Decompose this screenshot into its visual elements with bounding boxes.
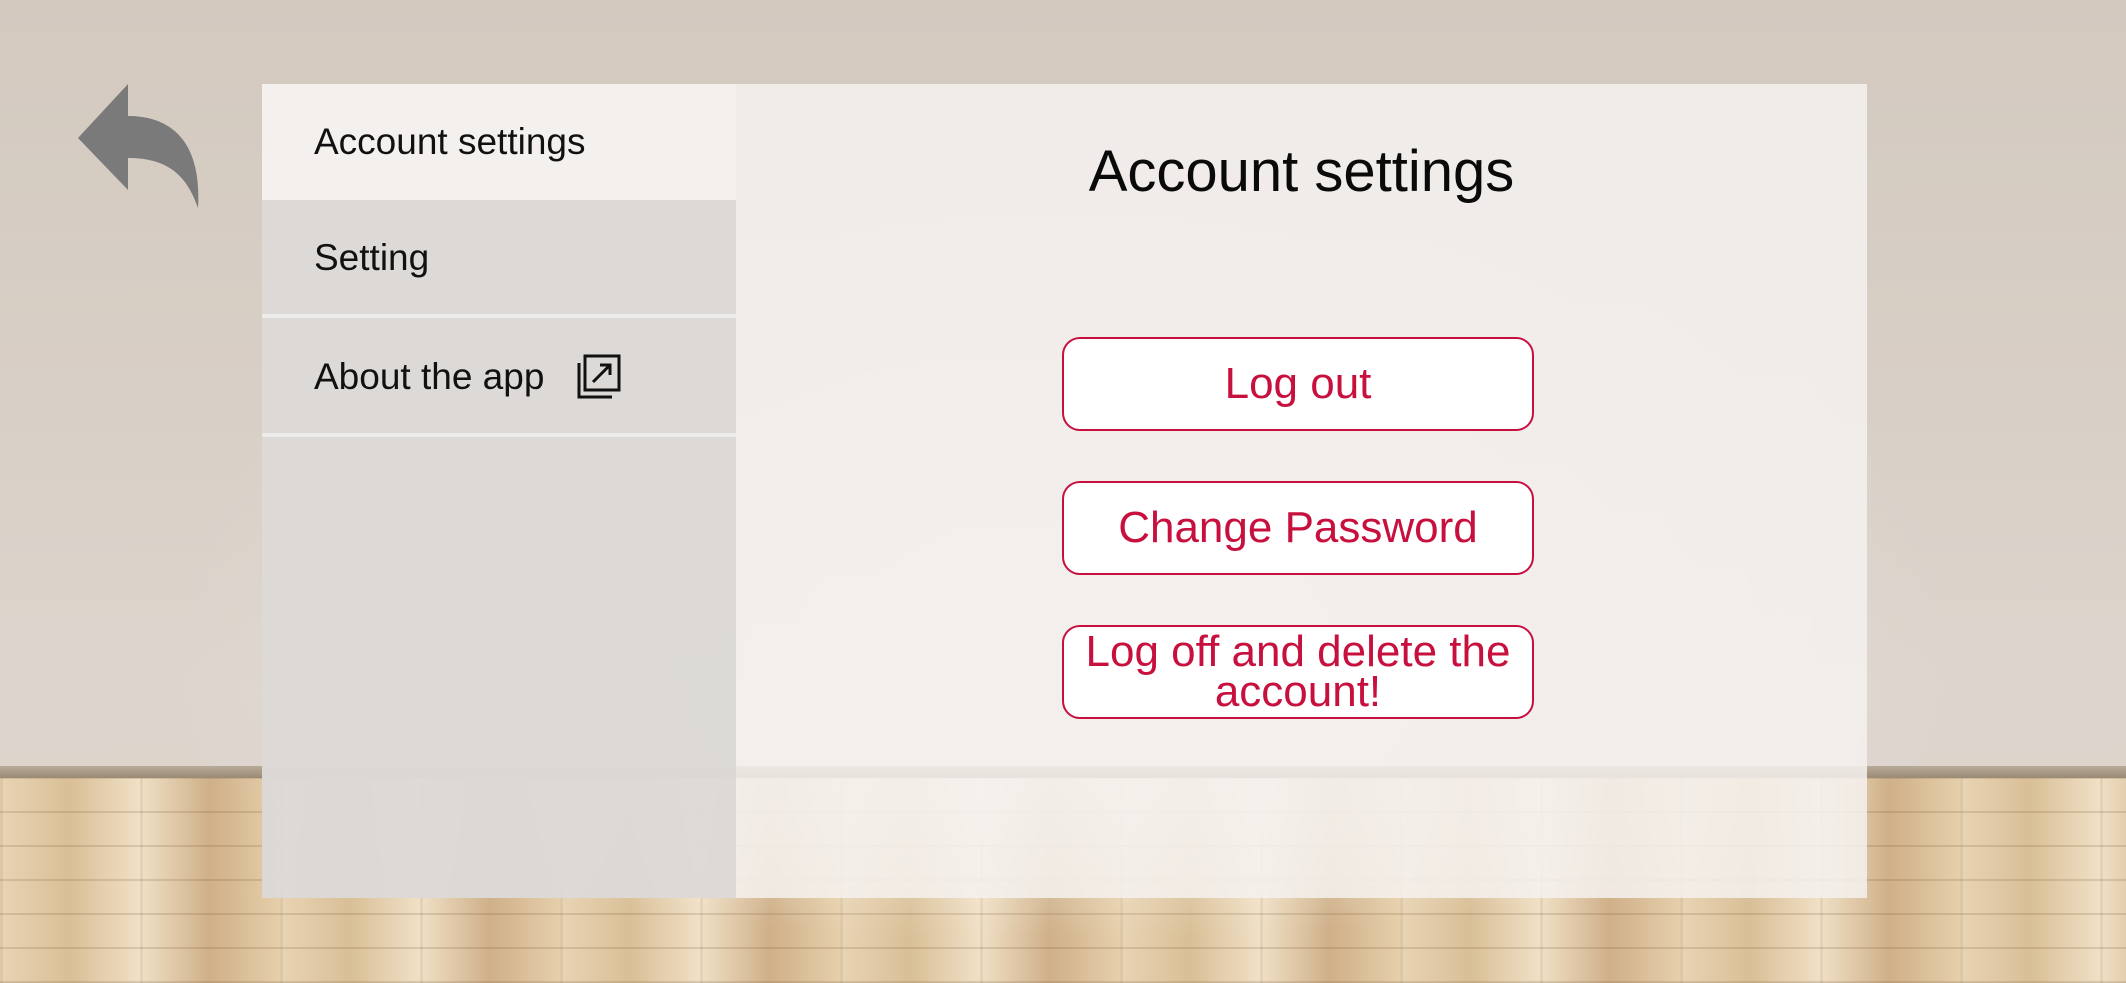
change-password-button[interactable]: Change Password bbox=[1062, 481, 1534, 575]
sidebar-item-label: About the app bbox=[314, 356, 545, 397]
back-button[interactable] bbox=[74, 80, 204, 210]
delete-account-button[interactable]: Log off and delete the account! bbox=[1062, 625, 1534, 719]
sidebar-item-label: Setting bbox=[314, 237, 430, 278]
sidebar: Account settings Setting About the app bbox=[262, 84, 736, 898]
page-title: Account settings bbox=[1088, 139, 1515, 204]
scene-background: Account settings Setting About the app A… bbox=[0, 0, 2126, 983]
sidebar-item-label: Account settings bbox=[314, 121, 586, 162]
logout-button[interactable]: Log out bbox=[1062, 337, 1534, 431]
undo-arrow-icon bbox=[78, 84, 199, 208]
settings-panel: Account settings Setting About the app A… bbox=[262, 84, 1867, 898]
sidebar-item-setting[interactable]: Setting bbox=[262, 202, 736, 318]
sidebar-item-about-the-app[interactable]: About the app bbox=[262, 321, 736, 437]
external-link-icon bbox=[574, 353, 622, 401]
sidebar-item-account-settings[interactable]: Account settings bbox=[262, 84, 736, 200]
